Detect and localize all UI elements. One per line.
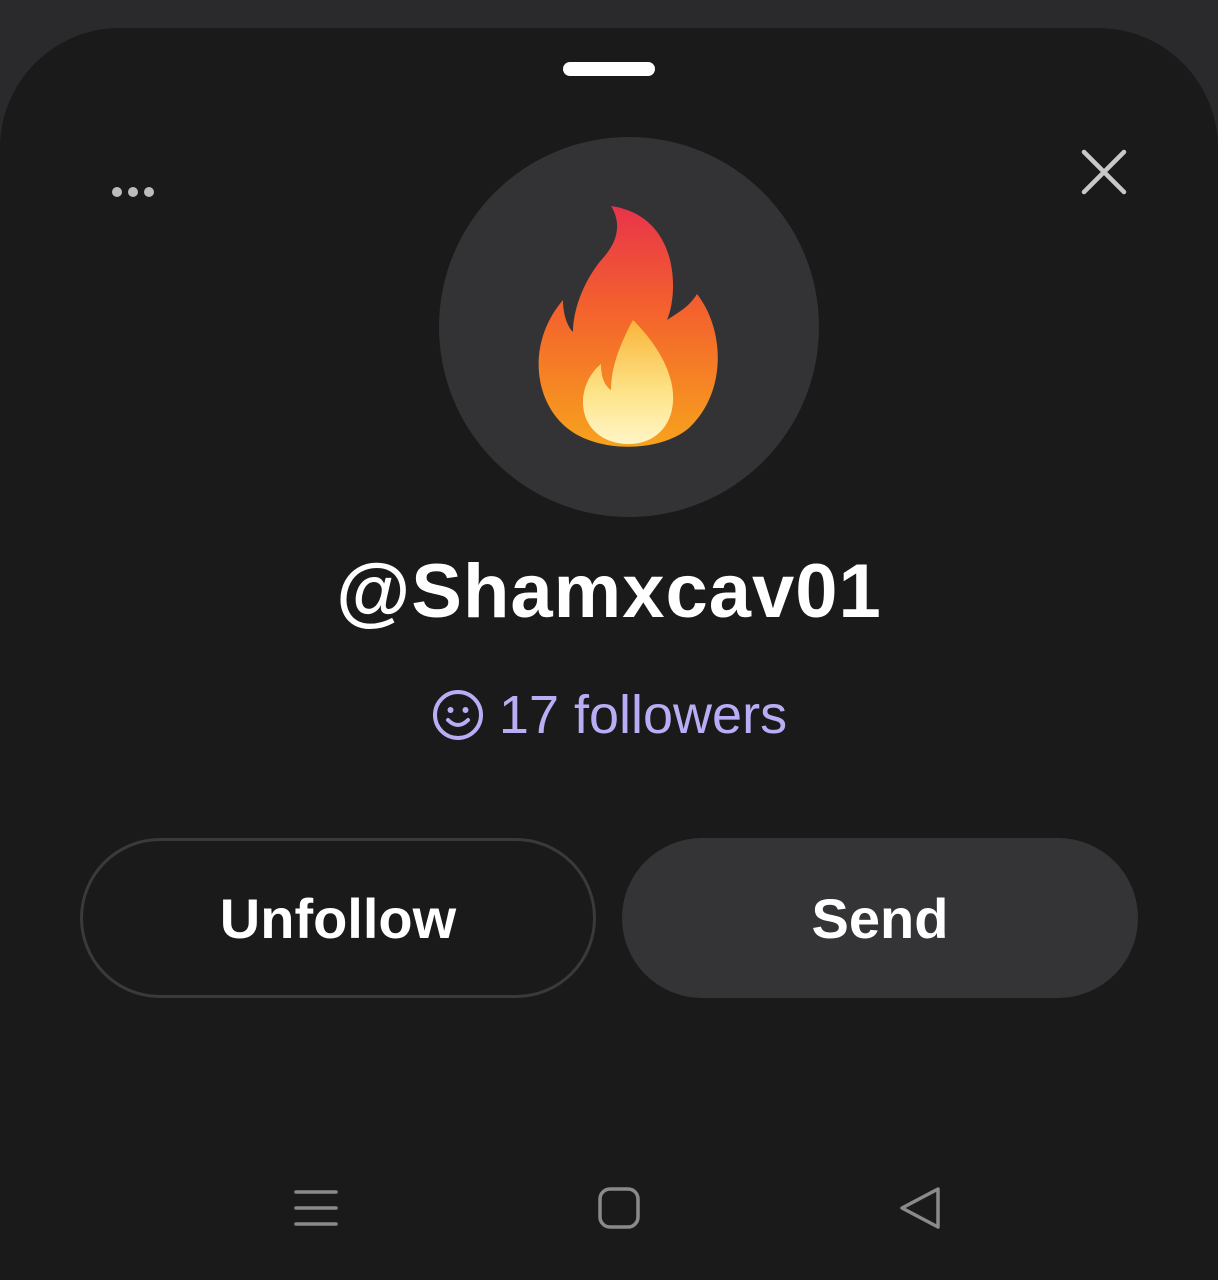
profile-sheet: @Shamxcav01 17 followers Unfollow Send: [0, 28, 1218, 1280]
avatar: [439, 137, 819, 517]
send-button[interactable]: Send: [622, 838, 1138, 998]
system-nav-bar: [0, 1178, 1218, 1238]
close-button[interactable]: [1072, 140, 1136, 204]
fire-icon: [538, 206, 718, 447]
back-button[interactable]: [890, 1178, 950, 1238]
back-icon: [900, 1187, 940, 1229]
unfollow-button-label: Unfollow: [219, 886, 457, 950]
home-icon: [598, 1187, 640, 1229]
more-options-button[interactable]: [100, 168, 166, 216]
home-button[interactable]: [589, 1178, 649, 1238]
recent-apps-icon: [294, 1190, 338, 1226]
smiley-icon: [432, 690, 483, 740]
profile-username: @Shamxcav01: [336, 549, 882, 634]
more-horizontal-icon: [112, 187, 154, 197]
recent-apps-button[interactable]: [286, 1178, 346, 1238]
unfollow-button[interactable]: Unfollow: [80, 838, 596, 998]
followers-count: 17 followers: [498, 685, 788, 745]
send-button-label: Send: [811, 886, 949, 950]
followers-link[interactable]: 17 followers: [0, 684, 1218, 746]
close-icon: [1081, 149, 1127, 195]
drag-handle[interactable]: [563, 62, 655, 76]
